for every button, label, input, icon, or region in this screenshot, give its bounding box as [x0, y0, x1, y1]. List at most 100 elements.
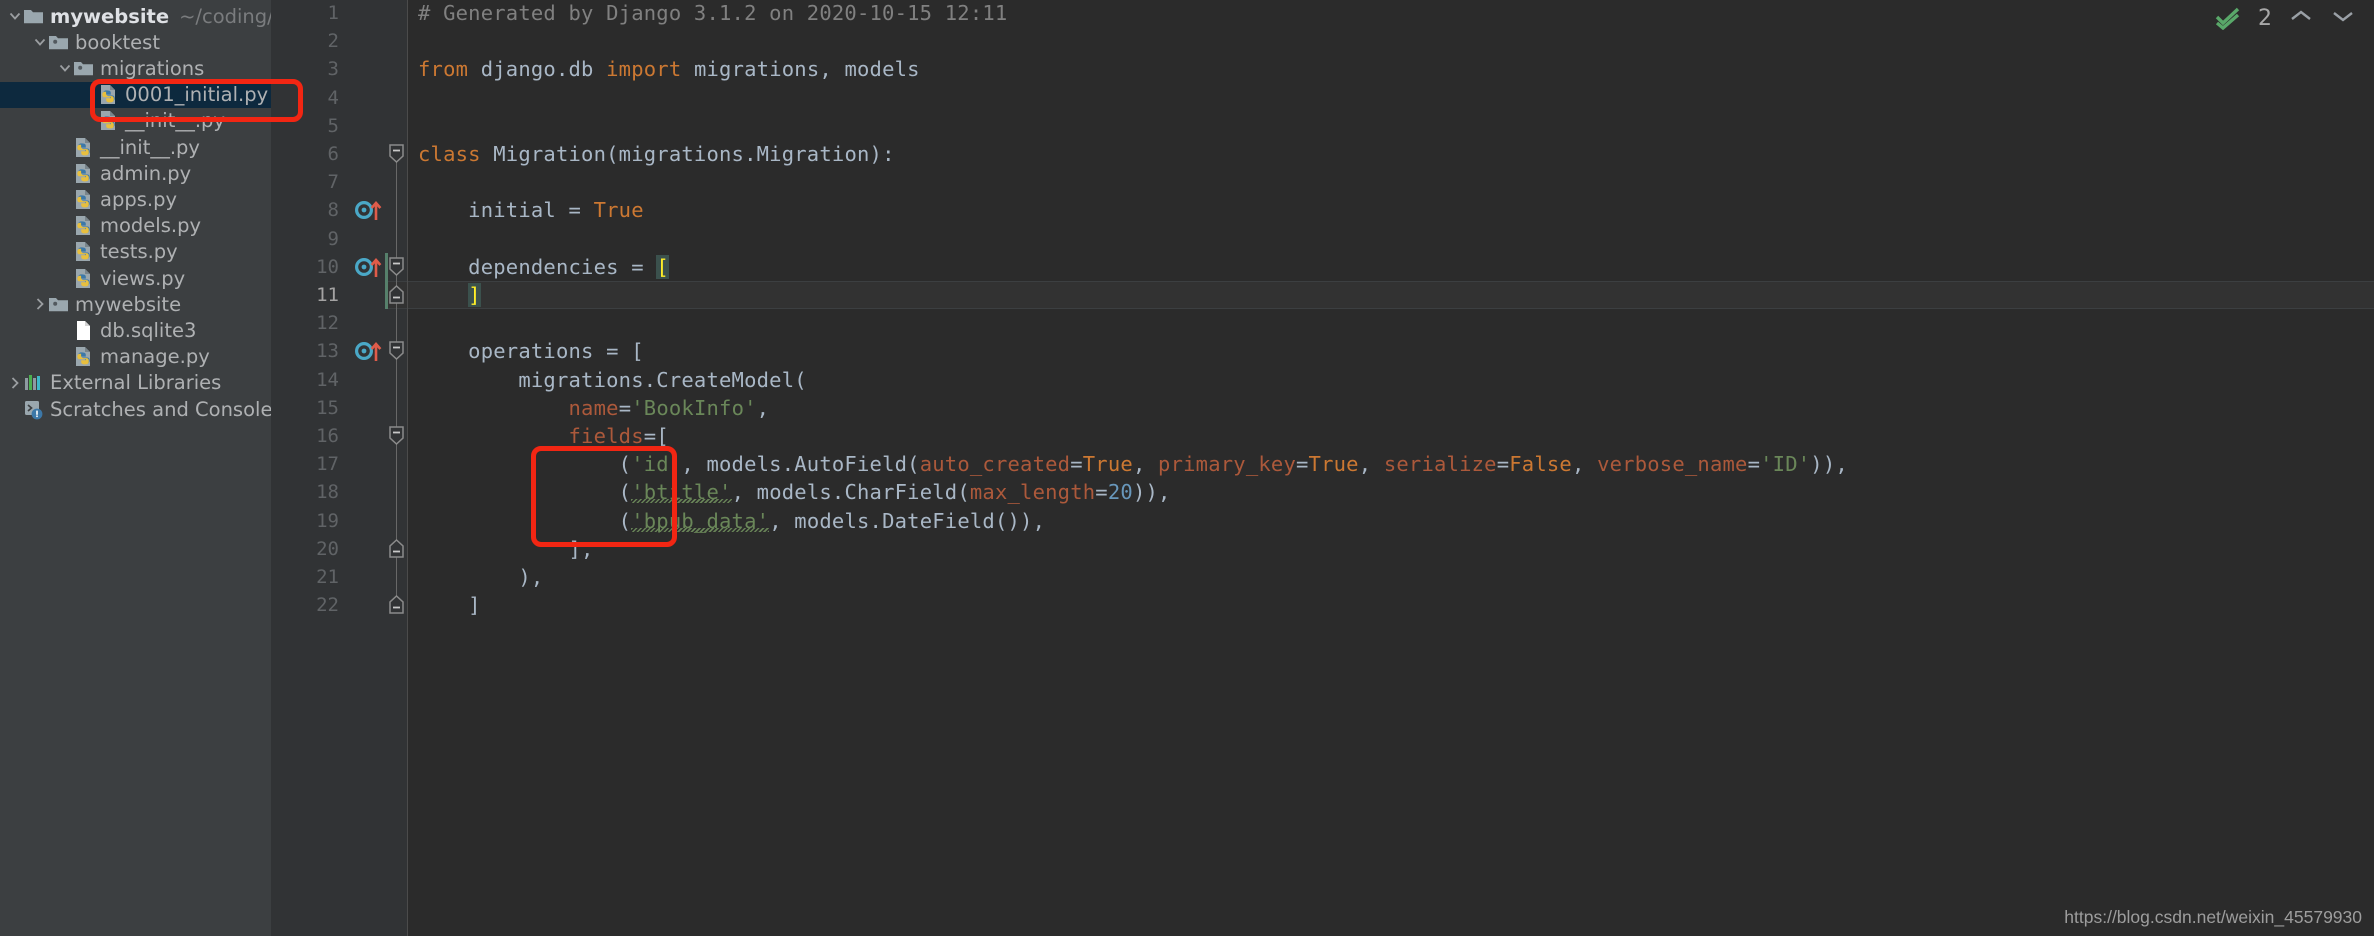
code-line[interactable]: operations = [: [418, 337, 644, 365]
code-token: ,: [1571, 452, 1598, 477]
override-marker-icon[interactable]: [354, 256, 385, 278]
tree-item-manage-py[interactable]: manage.py: [0, 344, 271, 370]
tree-item-label: migrations: [100, 56, 205, 80]
code-line[interactable]: ),: [418, 563, 543, 591]
tree-item-label: Scratches and Consoles: [50, 397, 271, 421]
code-token: =: [1095, 480, 1108, 505]
python-file-icon: [73, 241, 94, 262]
tree-item-booktest[interactable]: booktest: [0, 29, 271, 55]
line-number: 9: [327, 227, 339, 250]
fold-collapse-icon[interactable]: [388, 340, 405, 362]
fold-end-icon[interactable]: [388, 538, 405, 560]
chevron-up-icon[interactable]: [2288, 7, 2314, 29]
line-number: 10: [316, 255, 339, 278]
gutter-marker-column[interactable]: [349, 0, 385, 936]
code-line[interactable]: migrations.CreateModel(: [418, 366, 807, 394]
tree-item-models-py[interactable]: models.py: [0, 213, 271, 239]
fold-collapse-icon[interactable]: [388, 425, 405, 447]
tree-item-mywebsite[interactable]: mywebsite ~/coding/pyth: [0, 3, 271, 29]
tree-item-db-sqlite3[interactable]: db.sqlite3: [0, 317, 271, 343]
tree-item-migrations[interactable]: migrations: [0, 55, 271, 81]
line-number: 8: [327, 199, 339, 222]
tree-item-apps-py[interactable]: apps.py: [0, 186, 271, 212]
code-line[interactable]: fields=[: [418, 422, 669, 450]
tree-item-label: manage.py: [100, 345, 210, 369]
project-tree-panel[interactable]: mywebsite ~/coding/pyth booktest migratio…: [0, 0, 271, 936]
tree-item-0001-initial-py[interactable]: 0001_initial.py: [0, 81, 271, 108]
line-number: 6: [327, 143, 339, 165]
python-file-icon: [73, 268, 94, 289]
tree-item-views-py[interactable]: views.py: [0, 265, 271, 291]
code-line[interactable]: ('id', models.AutoField(auto_created=Tru…: [418, 450, 1848, 478]
chevron-down-icon[interactable]: [6, 8, 23, 24]
code-line[interactable]: # Generated by Django 3.1.2 on 2020-10-1…: [418, 0, 1007, 27]
chevron-right-icon[interactable]: [31, 296, 48, 312]
libraries-icon: [23, 372, 44, 393]
code-text-area[interactable]: # Generated by Django 3.1.2 on 2020-10-1…: [408, 0, 2374, 936]
code-token: ],: [418, 536, 594, 561]
python-file-icon: [73, 346, 94, 367]
line-number: 21: [316, 566, 339, 588]
tree-item-label: External Libraries: [50, 371, 222, 395]
code-token: django.db: [468, 57, 607, 82]
line-number: 7: [327, 171, 339, 194]
code-token: ,: [756, 395, 770, 420]
code-line[interactable]: name='BookInfo',: [418, 394, 769, 422]
module-folder-icon: [48, 32, 69, 53]
code-line[interactable]: ('bpub_data', models.DateField()),: [418, 507, 1045, 535]
chevron-down-icon[interactable]: [56, 60, 73, 76]
tree-item-mywebsite[interactable]: mywebsite: [0, 291, 271, 317]
code-token: ),: [418, 565, 544, 589]
override-marker-icon[interactable]: [354, 199, 385, 221]
python-file-icon: [73, 163, 94, 184]
line-number: 3: [327, 58, 339, 81]
python-file-icon: [73, 189, 94, 210]
tree-item-admin-py[interactable]: admin.py: [0, 160, 271, 186]
tree-item-label: tests.py: [100, 240, 178, 264]
override-marker-icon[interactable]: [354, 340, 385, 362]
code-token: migrations, models: [681, 57, 920, 82]
chevron-down-icon[interactable]: [31, 34, 48, 50]
tree-item--init-py[interactable]: __init__.py: [0, 108, 271, 134]
code-line[interactable]: initial = True: [418, 196, 644, 224]
fold-collapse-icon[interactable]: [388, 256, 405, 278]
code-token: 'id': [631, 452, 682, 477]
tree-item-scratches-and-consoles[interactable]: Scratches and Consoles: [0, 396, 271, 422]
code-token: ]: [468, 283, 481, 307]
code-token: max_length: [969, 480, 1096, 505]
chevron-right-icon[interactable]: [6, 375, 23, 391]
watermark-url: https://blog.csdn.net/weixin_45579930: [2064, 907, 2362, 927]
code-line[interactable]: dependencies = [: [418, 253, 669, 281]
code-line[interactable]: ]: [418, 281, 481, 309]
fold-collapse-icon[interactable]: [388, 143, 405, 165]
scratches-icon: [23, 399, 44, 420]
code-folding-column[interactable]: [385, 0, 408, 936]
code-line[interactable]: ('btitle', models.CharField(max_length=2…: [418, 478, 1171, 506]
code-line[interactable]: from django.db import migrations, models: [418, 55, 920, 83]
tree-item--init-py[interactable]: __init__.py: [0, 134, 271, 160]
pycharm-window: mywebsite ~/coding/pyth booktest migratio…: [0, 0, 2374, 936]
fold-end-icon[interactable]: [388, 284, 405, 306]
tree-item-label: __init__.py: [125, 109, 225, 133]
code-line[interactable]: ]: [418, 591, 481, 619]
fold-end-icon[interactable]: [388, 594, 405, 616]
tree-item-external-libraries[interactable]: External Libraries: [0, 370, 271, 396]
code-line[interactable]: ],: [418, 535, 594, 563]
code-line[interactable]: class Migration(migrations.Migration):: [418, 140, 895, 168]
tree-item-label: apps.py: [100, 187, 177, 211]
tree-item-tests-py[interactable]: tests.py: [0, 239, 271, 265]
tree-item-label: db.sqlite3: [100, 318, 197, 342]
code-token: 'BookInfo': [631, 395, 757, 420]
code-token: dependencies =: [418, 254, 657, 279]
inspection-widget[interactable]: 2: [2200, 0, 2374, 36]
code-editor[interactable]: 1 2 3 4 5 6 7 8 9 10 11 12 13 14 15 16 17 18 19 20 21 22: [271, 0, 2374, 936]
line-number: 4: [327, 86, 339, 109]
chevron-down-icon[interactable]: [2330, 7, 2356, 29]
code-token: 'btitle': [631, 480, 732, 505]
code-token: 20: [1107, 480, 1133, 505]
fold-connector: [396, 436, 397, 549]
line-number: 22: [316, 594, 339, 617]
code-token: [: [656, 254, 669, 279]
